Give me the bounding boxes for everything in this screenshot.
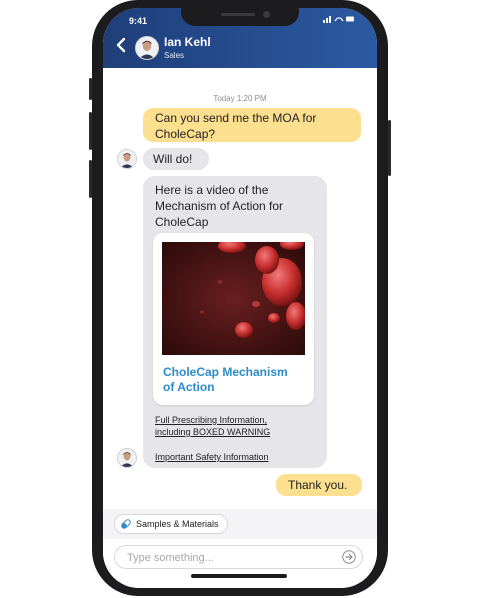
- mute-button: [89, 78, 92, 100]
- video-title-link[interactable]: CholeCap Mechanism of Action: [163, 365, 308, 395]
- quick-actions-bar: Samples & Materials: [103, 509, 377, 539]
- notch: [181, 8, 299, 26]
- link-text: including BOXED WARNING: [155, 427, 271, 437]
- samples-materials-button[interactable]: Samples & Materials: [114, 514, 228, 534]
- prescribing-info-link[interactable]: Full Prescribing Information, including …: [155, 414, 270, 438]
- video-title-text: of Action: [163, 380, 215, 394]
- pill-icon: [121, 519, 131, 529]
- message-text: Can you send me the MOA for: [155, 111, 317, 125]
- safety-info-link[interactable]: Important Safety Information: [155, 451, 269, 463]
- volume-down-button: [89, 160, 92, 198]
- contact-name: Ian Kehl: [164, 35, 211, 49]
- signal-wifi-battery-icon: [323, 16, 354, 23]
- link-text: Full Prescribing Information,: [155, 415, 268, 425]
- message-text: Will do!: [153, 152, 193, 166]
- contact-role: Sales: [164, 51, 185, 60]
- incoming-message-video: Here is a video of the Mechanism of Acti…: [143, 176, 327, 468]
- contact-avatar[interactable]: [135, 36, 159, 60]
- chat-header: 9:41 Ian Kehl Sales: [103, 8, 377, 68]
- incoming-message: Will do!: [143, 148, 209, 170]
- message-input[interactable]: [125, 548, 334, 568]
- volume-up-button: [89, 112, 92, 150]
- video-card[interactable]: CholeCap Mechanism of Action: [153, 233, 314, 405]
- status-time: 9:41: [129, 16, 148, 26]
- timestamp: Today 1:20 PM: [213, 94, 267, 103]
- message-text: Mechanism of Action for: [155, 199, 284, 213]
- video-thumbnail[interactable]: [162, 242, 305, 355]
- outgoing-message: Thank you.: [276, 474, 362, 496]
- sender-avatar: [117, 149, 137, 169]
- sender-avatar: [117, 448, 137, 468]
- samples-label: Samples & Materials: [136, 519, 219, 529]
- status-icons: [323, 15, 355, 25]
- message-list[interactable]: Today 1:20 PM Can you send me the MOA fo…: [103, 68, 377, 588]
- message-text: Here is a video of the: [155, 183, 269, 197]
- phone-screen: 9:41 Ian Kehl Sales Today 1:20 PM Can yo…: [103, 8, 377, 588]
- video-title-text: CholeCap Mechanism: [163, 365, 288, 379]
- message-text: CholeCap: [155, 215, 209, 229]
- message-text: Thank you.: [288, 478, 348, 492]
- power-button: [388, 120, 391, 176]
- link-text: Important Safety Information: [155, 452, 269, 462]
- message-composer[interactable]: [114, 545, 363, 569]
- outgoing-message: Can you send me the MOA for CholeCap?: [143, 108, 361, 142]
- home-indicator[interactable]: [191, 574, 287, 578]
- back-chevron-icon[interactable]: [113, 36, 131, 54]
- message-text: CholeCap?: [155, 127, 216, 141]
- send-arrow-icon[interactable]: [342, 550, 356, 564]
